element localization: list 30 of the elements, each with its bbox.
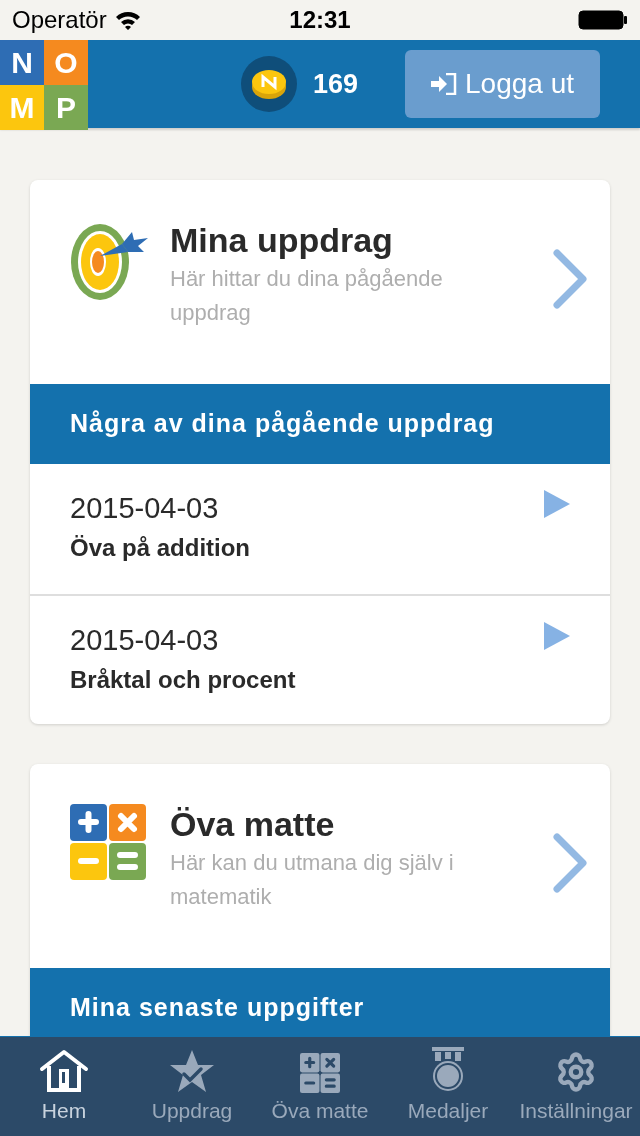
medal-icon (431, 1046, 465, 1093)
mission-date: 2015-04-03 (70, 623, 220, 658)
battery-icon (578, 10, 628, 30)
mission-date: 2015-04-03 (70, 491, 220, 526)
card-subtitle: Här hittar du dina pågående uppdrag (170, 265, 444, 327)
calculator-icon (300, 1052, 340, 1093)
mission-title: Bråktal och procent (70, 665, 297, 695)
mission-row[interactable]: 2015-04-03 Öva på addition (30, 464, 610, 594)
mission-title: Öva på addition (70, 533, 252, 563)
card-subtitle: Här kan du utmana dig själv i matematik (170, 849, 455, 911)
calculator-icon (70, 804, 146, 880)
card-title[interactable]: Öva matte (170, 802, 510, 846)
chevron-right-icon[interactable] (552, 248, 588, 310)
app-logo: N O M P (0, 40, 88, 128)
carrier-label: Operatör (12, 5, 107, 35)
coin-count: 169 (313, 67, 359, 101)
card-title[interactable]: Mina uppdrag (170, 218, 510, 262)
time-label: 12:31 (289, 5, 351, 35)
house-icon (39, 1048, 89, 1093)
coin-icon (241, 56, 297, 112)
section-header: Mina senaste uppgifter (30, 968, 610, 1036)
chevron-right-icon[interactable] (552, 832, 588, 894)
settings-icon (555, 1050, 597, 1093)
mission-row[interactable]: 2015-04-03 Bråktal och procent (30, 594, 610, 724)
sign-in-icon (431, 73, 457, 95)
wifi-icon (114, 10, 141, 30)
play-icon (544, 490, 570, 518)
star-check-icon (169, 1048, 215, 1093)
section-header: Några av dina pågående uppdrag (30, 384, 610, 464)
play-icon (544, 622, 570, 650)
